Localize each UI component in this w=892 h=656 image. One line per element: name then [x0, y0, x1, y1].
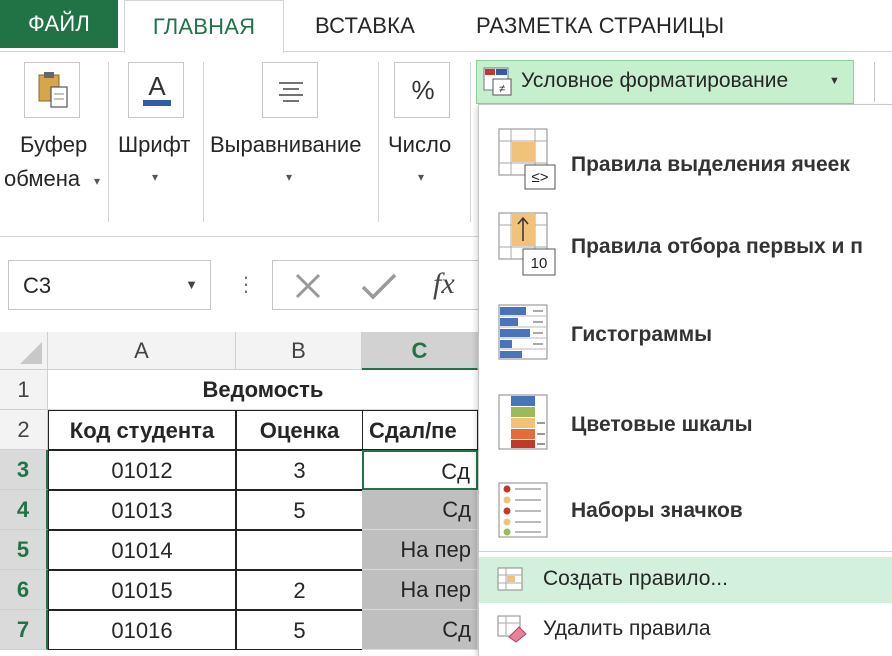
clipboard-button[interactable] — [24, 62, 80, 118]
menu-item-icon-sets[interactable]: Наборы значков — [479, 475, 892, 551]
table-cell[interactable] — [236, 530, 363, 570]
table-cell[interactable]: 5 — [236, 490, 363, 530]
svg-text:10: 10 — [531, 255, 548, 272]
column-header-b[interactable]: B — [236, 332, 362, 370]
table-cell[interactable]: 01015 — [48, 570, 236, 610]
column-header-a[interactable]: A — [48, 332, 236, 370]
group-separator — [378, 62, 379, 222]
name-box[interactable]: C3 ▼ — [8, 260, 211, 310]
data-bars-icon — [498, 304, 548, 360]
conditional-formatting-button[interactable]: ≠ Условное форматирование ▼ — [476, 60, 854, 104]
table-cell[interactable]: Сд — [362, 490, 478, 530]
name-box-value: C3 — [23, 273, 52, 298]
alignment-button[interactable] — [262, 62, 318, 118]
clipboard-label-1: Буфер — [20, 132, 88, 157]
percent-icon: % — [411, 75, 434, 105]
table-cell[interactable]: 01016 — [48, 610, 236, 650]
svg-text:≤>: ≤> — [532, 169, 549, 186]
tab-file[interactable]: ФАЙЛ — [0, 0, 118, 48]
header-cell-grade[interactable]: Оценка — [236, 410, 363, 450]
tab-home[interactable]: ГЛАВНАЯ — [124, 0, 284, 53]
tab-insert[interactable]: ВСТАВКА — [300, 0, 430, 52]
conditional-formatting-menu: ≤> Правила выделения ячеек 10 Правила от… — [478, 104, 892, 656]
icon-sets-icon — [498, 482, 548, 538]
menu-item-highlight-cells-rules[interactable]: ≤> Правила выделения ячеек — [479, 119, 892, 199]
new-rule-icon — [497, 567, 523, 591]
font-button[interactable]: A — [128, 62, 184, 118]
header-cell-student-code[interactable]: Код студента — [48, 410, 236, 450]
color-scales-icon — [498, 394, 548, 450]
clipboard-label-2: обмена — [4, 166, 81, 191]
formula-bar-grip-icon[interactable]: ⋮ — [236, 272, 256, 297]
enter-check-icon[interactable] — [359, 271, 399, 301]
clipboard-icon — [38, 72, 68, 108]
row-header-3[interactable]: 3 — [0, 450, 48, 490]
menu-item-color-scales[interactable]: Цветовые шкалы — [479, 385, 892, 465]
group-separator — [470, 62, 471, 222]
menu-item-new-rule[interactable]: Создать правило... — [479, 557, 892, 603]
number-format-button[interactable]: % — [394, 62, 450, 118]
font-expand-icon[interactable]: ▾ — [152, 170, 158, 184]
row-header-7[interactable]: 7 — [0, 610, 48, 650]
table-cell[interactable]: 01014 — [48, 530, 236, 570]
chevron-down-icon: ▼ — [829, 75, 840, 87]
table-cell[interactable]: 01013 — [48, 490, 236, 530]
table-cell[interactable]: На пер — [362, 570, 478, 610]
menu-item-label: Удалить правила — [543, 617, 711, 640]
active-cell-c3[interactable]: Сд — [362, 450, 478, 490]
header-cell-passed[interactable]: Сдал/пе — [362, 410, 478, 450]
conditional-formatting-label: Условное форматирование — [521, 69, 789, 92]
group-separator — [203, 62, 204, 222]
eraser-icon — [497, 615, 527, 643]
formula-bar-buttons: fx — [272, 260, 482, 310]
row-header-5[interactable]: 5 — [0, 530, 48, 570]
menu-item-label: Цветовые шкалы — [571, 413, 753, 436]
number-expand-icon[interactable]: ▾ — [418, 170, 424, 184]
clipboard-expand-icon[interactable]: ▾ — [94, 174, 100, 188]
insert-function-icon[interactable]: fx — [433, 267, 455, 301]
table-cell[interactable]: 5 — [236, 610, 363, 650]
menu-item-label: Создать правило... — [543, 567, 728, 590]
select-all-icon — [20, 342, 42, 364]
alignment-expand-icon[interactable]: ▾ — [286, 170, 292, 184]
menu-item-label: Правила выделения ячеек — [571, 153, 850, 176]
tab-page-layout[interactable]: РАЗМЕТКА СТРАНИЦЫ — [476, 0, 756, 52]
menu-item-label: Наборы значков — [571, 499, 743, 522]
svg-text:A: A — [148, 71, 166, 101]
top-bottom-rules-icon: 10 — [498, 212, 556, 276]
table-cell[interactable]: 2 — [236, 570, 363, 610]
table-cell[interactable]: 3 — [236, 450, 363, 490]
number-group-label: Число — [388, 132, 452, 157]
menu-separator — [479, 551, 892, 552]
font-group-label: Шрифт — [118, 132, 191, 157]
menu-item-label: Гистограммы — [571, 323, 713, 346]
ribbon-tabbar: ФАЙЛ ГЛАВНАЯ ВСТАВКА РАЗМЕТКА СТРАНИЦЫ — [0, 0, 892, 53]
column-header-c[interactable]: C — [362, 332, 478, 370]
name-box-dropdown-icon[interactable]: ▼ — [185, 277, 198, 292]
table-cell[interactable]: На пер — [362, 530, 478, 570]
cancel-icon[interactable] — [291, 271, 325, 301]
font-color-icon: A — [143, 71, 171, 106]
row-header-1[interactable]: 1 — [0, 370, 48, 410]
table-cell[interactable]: Сд — [362, 610, 478, 650]
align-icon — [279, 82, 303, 102]
menu-item-clear-rules[interactable]: Удалить правила — [479, 607, 892, 653]
row-header-6[interactable]: 6 — [0, 570, 48, 610]
svg-text:%: % — [411, 75, 434, 105]
select-all-corner[interactable] — [0, 332, 48, 370]
ribbon-overflow-edge — [874, 62, 892, 102]
menu-item-top-bottom-rules[interactable]: 10 Правила отбора первых и п — [479, 205, 892, 285]
menu-item-data-bars[interactable]: Гистограммы — [479, 295, 892, 375]
row-header-4[interactable]: 4 — [0, 490, 48, 530]
table-cell[interactable]: 01012 — [48, 450, 236, 490]
conditional-formatting-icon: ≠ — [483, 67, 512, 96]
sheet-title-cell[interactable]: Ведомость — [48, 370, 478, 410]
svg-text:≠: ≠ — [499, 83, 505, 95]
alignment-group-label: Выравнивание — [210, 132, 362, 157]
highlight-cells-rules-icon: ≤> — [498, 128, 556, 190]
group-separator — [108, 62, 109, 222]
row-header-2[interactable]: 2 — [0, 410, 48, 450]
menu-item-label: Правила отбора первых и п — [571, 235, 863, 258]
